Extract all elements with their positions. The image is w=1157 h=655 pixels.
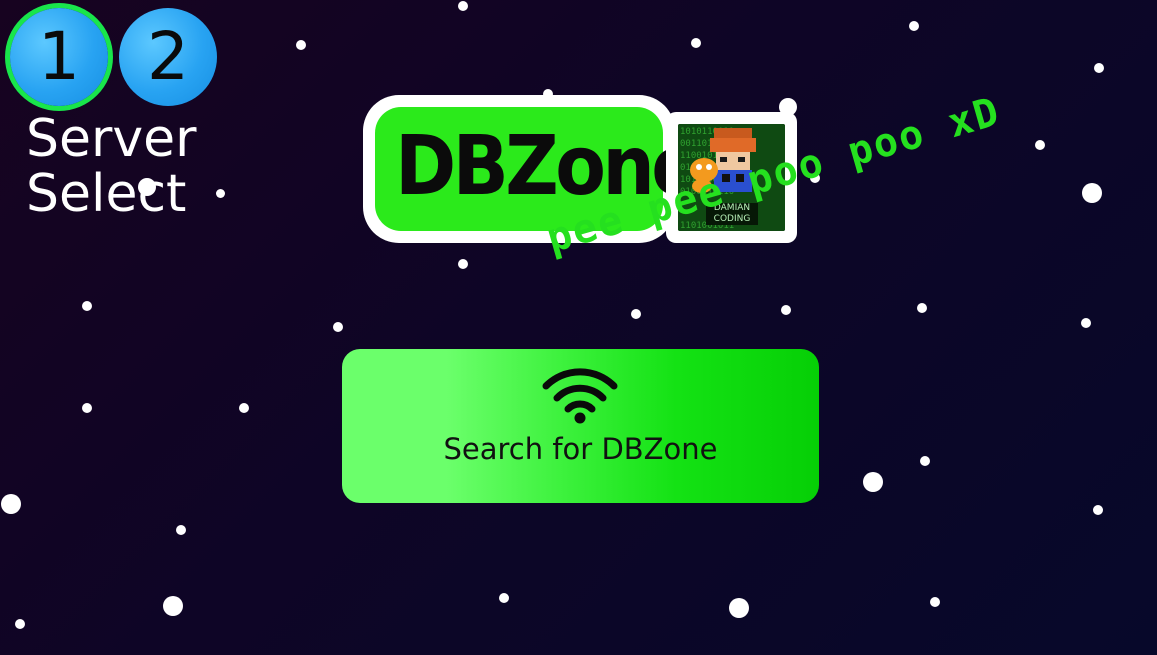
star <box>15 619 25 629</box>
star <box>930 597 940 607</box>
server-select-heading: Server Select <box>26 109 197 224</box>
page-background: 1 2 Server Select DBZone 1010110011 0011… <box>0 0 1157 655</box>
star <box>82 403 92 413</box>
star <box>1 494 21 514</box>
search-for-dbzone-button[interactable]: Search for DBZone <box>342 349 819 503</box>
star <box>1035 140 1045 150</box>
star <box>499 593 509 603</box>
star <box>176 525 186 535</box>
server-slot-1-label: 1 <box>38 18 80 95</box>
star <box>333 322 343 332</box>
star <box>729 598 749 618</box>
star <box>296 40 306 50</box>
star <box>1093 505 1103 515</box>
star <box>781 305 791 315</box>
star <box>863 472 883 492</box>
star <box>691 38 701 48</box>
server-slot-1-button[interactable]: 1 <box>10 8 108 106</box>
server-slot-2-label: 2 <box>147 18 189 95</box>
star <box>1094 63 1104 73</box>
star <box>82 301 92 311</box>
server-slot-2-button[interactable]: 2 <box>119 8 217 106</box>
star <box>909 21 919 31</box>
star <box>163 596 183 616</box>
star <box>920 456 930 466</box>
star <box>1082 183 1102 203</box>
search-button-label: Search for DBZone <box>443 432 718 466</box>
wifi-icon <box>542 368 618 424</box>
star <box>1081 318 1091 328</box>
star <box>631 309 641 319</box>
star <box>458 259 468 269</box>
star <box>239 403 249 413</box>
star <box>458 1 468 11</box>
star <box>917 303 927 313</box>
